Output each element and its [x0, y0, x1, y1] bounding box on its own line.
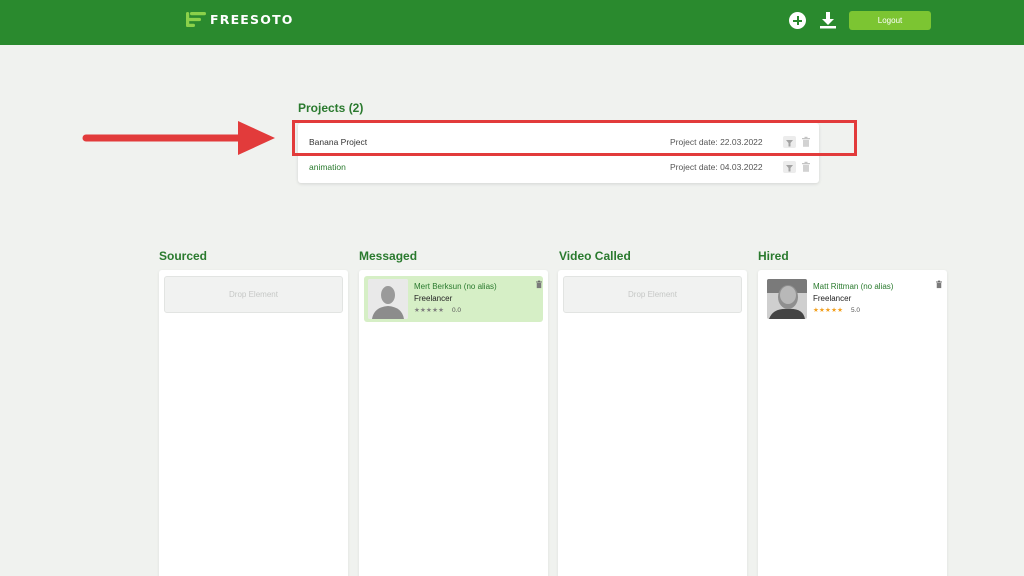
projects-title: Projects (2) — [298, 101, 364, 115]
trash-icon[interactable] — [935, 280, 943, 289]
rating-stars: ★★★★★ — [414, 307, 445, 314]
column-title-sourced: Sourced — [159, 249, 208, 263]
column-title-video-called: Video Called — [559, 249, 631, 263]
avatar[interactable] — [368, 279, 408, 319]
logo-text: FREESOTO — [210, 12, 294, 27]
plus-circle-icon[interactable] — [789, 12, 806, 29]
column-title-hired: Hired — [758, 249, 789, 263]
filter-icon[interactable] — [783, 161, 796, 173]
download-icon[interactable] — [818, 11, 838, 31]
column-sourced: Drop Element — [159, 270, 348, 576]
avatar-placeholder-icon — [368, 279, 408, 319]
project-row[interactable]: animation Project date: 04.03.2022 — [298, 154, 819, 178]
column-hired: Matt Rittman (no alias) Freelancer ★★★★★… — [758, 270, 947, 576]
trash-icon[interactable] — [535, 280, 543, 289]
drop-zone[interactable]: Drop Element — [164, 276, 343, 313]
trash-icon[interactable] — [801, 161, 811, 173]
logout-button[interactable]: Logout — [849, 11, 931, 30]
highlight-annotation — [292, 120, 857, 156]
avatar[interactable] — [767, 279, 807, 319]
column-video-called: Drop Element — [558, 270, 747, 576]
drop-zone[interactable]: Drop Element — [563, 276, 742, 313]
column-messaged: Mert Berksun (no alias) Freelancer ★★★★★… — [359, 270, 548, 576]
candidate-card[interactable]: Matt Rittman (no alias) Freelancer ★★★★★… — [763, 276, 942, 322]
project-name[interactable]: animation — [309, 162, 346, 172]
avatar-photo-icon — [767, 279, 807, 319]
freesoto-logo[interactable]: FREESOTO — [186, 12, 294, 27]
top-header: FREESOTO Logout — [0, 0, 1024, 45]
project-date: Project date: 04.03.2022 — [670, 162, 763, 172]
rating-stars: ★★★★★ — [813, 307, 844, 314]
logo-icon — [186, 12, 206, 27]
candidate-role: Freelancer — [813, 294, 852, 303]
rating-value: 0.0 — [452, 307, 462, 314]
candidate-name[interactable]: Matt Rittman (no alias) — [813, 282, 893, 291]
arrow-right-icon — [82, 121, 275, 155]
candidate-card[interactable]: Mert Berksun (no alias) Freelancer ★★★★★… — [364, 276, 543, 322]
candidate-role: Freelancer — [414, 294, 453, 303]
candidate-name[interactable]: Mert Berksun (no alias) — [414, 282, 497, 291]
rating-value: 5.0 — [851, 307, 861, 314]
column-title-messaged: Messaged — [359, 249, 418, 263]
